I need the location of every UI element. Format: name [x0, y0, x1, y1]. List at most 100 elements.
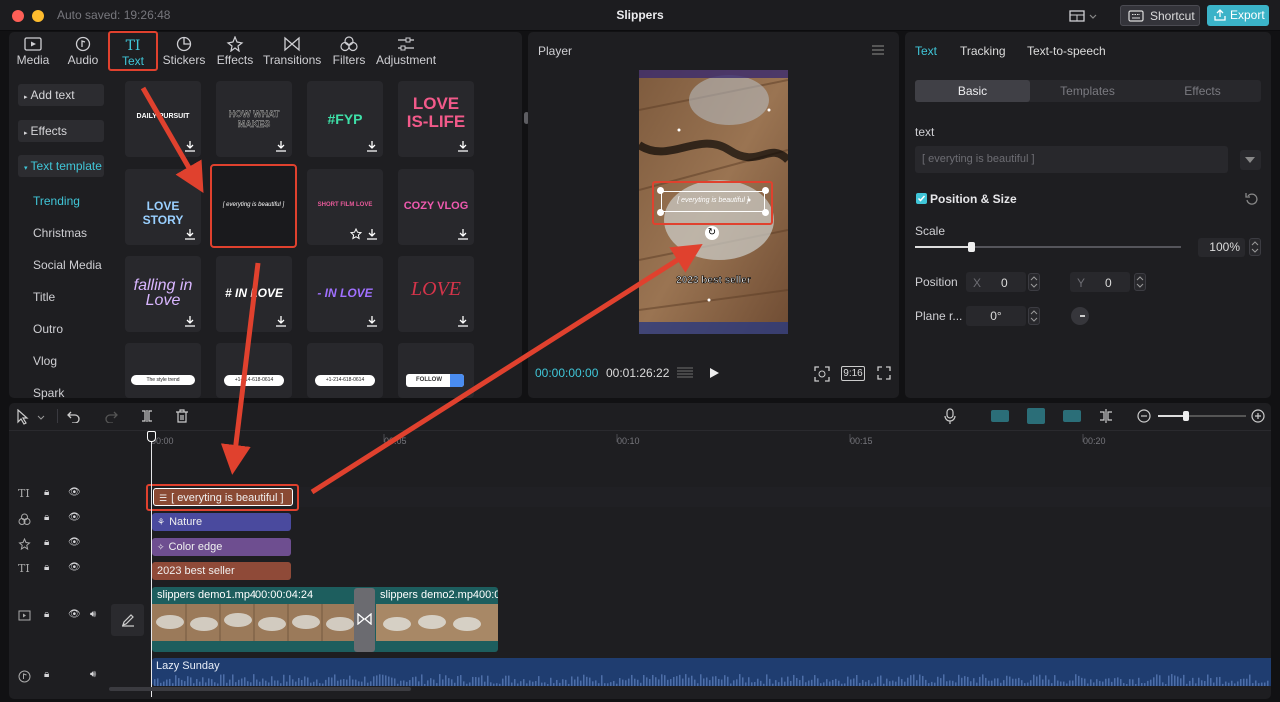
- caption-clip[interactable]: 2023 best seller: [152, 562, 291, 580]
- sidebar-item-vlog[interactable]: Vlog: [33, 354, 57, 368]
- microphone-icon[interactable]: [944, 408, 956, 424]
- audio-clip[interactable]: Lazy Sunday: [152, 658, 1271, 686]
- fullscreen-icon[interactable]: [877, 366, 891, 380]
- category-add-text[interactable]: ▸ Add text: [18, 84, 104, 106]
- rotate-input[interactable]: 0°: [966, 306, 1026, 326]
- fit-view-icon[interactable]: [814, 366, 830, 382]
- template-tile[interactable]: LOVE IS-LIFE: [398, 81, 474, 157]
- template-tile[interactable]: LOVE: [398, 256, 474, 332]
- tab-text[interactable]: TI Text: [108, 31, 158, 71]
- sidebar-item-title[interactable]: Title: [33, 290, 55, 304]
- position-x-input[interactable]: X 0: [966, 272, 1026, 292]
- lock-icon[interactable]: 🔒︎: [44, 487, 49, 498]
- template-tile[interactable]: #FYP: [307, 81, 383, 157]
- position-y-input[interactable]: Y 0: [1070, 272, 1130, 292]
- filter-clip[interactable]: ⚘ Nature: [152, 513, 291, 531]
- zoom-slider-knob[interactable]: [1183, 411, 1189, 421]
- waveform-toggle-icon[interactable]: [676, 366, 694, 380]
- transition-marker[interactable]: [354, 588, 375, 652]
- subtab-templates[interactable]: Templates: [1030, 80, 1145, 102]
- lock-icon[interactable]: 🔒︎: [44, 609, 49, 620]
- undo-icon[interactable]: [67, 409, 81, 423]
- volume-icon[interactable]: 🔊︎: [90, 669, 96, 680]
- position-y-stepper[interactable]: [1134, 273, 1146, 291]
- template-tile[interactable]: The style trend: [125, 343, 201, 398]
- eye-icon[interactable]: 👁︎: [68, 487, 81, 498]
- template-tile[interactable]: COZY VLOG: [398, 169, 474, 245]
- rotate-stepper[interactable]: [1028, 307, 1040, 325]
- reset-icon[interactable]: [1245, 192, 1258, 205]
- eye-icon[interactable]: 👁︎: [68, 537, 81, 548]
- tab-stickers[interactable]: Stickers: [162, 32, 206, 68]
- tab-adjustment[interactable]: Adjustment: [376, 32, 436, 68]
- playhead[interactable]: [151, 431, 152, 697]
- split-icon[interactable]: [140, 409, 154, 423]
- template-tile[interactable]: FOLLOW: [398, 343, 474, 398]
- tab-transitions[interactable]: Transitions: [263, 32, 321, 68]
- lock-icon[interactable]: 🔒︎: [44, 512, 49, 523]
- preview-axis-icon[interactable]: [1098, 408, 1114, 424]
- template-tile[interactable]: - IN LOVE: [307, 256, 383, 332]
- scale-stepper[interactable]: [1249, 238, 1261, 256]
- tab-filters[interactable]: Filters: [330, 32, 368, 68]
- template-tile[interactable]: falling in Love: [125, 256, 201, 332]
- sidebar-item-social-media[interactable]: Social Media: [33, 258, 102, 272]
- redo-icon[interactable]: [104, 409, 118, 423]
- eye-icon[interactable]: 👁︎: [68, 609, 81, 620]
- sidebar-item-trending[interactable]: Trending: [33, 194, 80, 208]
- menu-icon[interactable]: [871, 44, 885, 56]
- eye-icon[interactable]: 👁︎: [68, 562, 81, 573]
- text-style-dropdown[interactable]: [1240, 150, 1261, 170]
- effect-clip[interactable]: ✧ Color edge: [152, 538, 291, 556]
- volume-icon[interactable]: 🔊︎: [90, 609, 96, 620]
- video-clip-group[interactable]: slippers demo1.mp4 00:00:04:24 slippers …: [152, 587, 498, 652]
- tab-effects[interactable]: Effects: [214, 32, 256, 68]
- zoom-in-icon[interactable]: [1251, 409, 1265, 423]
- template-tile[interactable]: HOW WHAT MAKES: [216, 81, 292, 157]
- tab-audio[interactable]: Audio: [63, 32, 103, 68]
- export-button[interactable]: Export: [1207, 5, 1269, 26]
- lock-icon[interactable]: 🔒︎: [44, 537, 49, 548]
- rotate-handle-icon[interactable]: ↻: [705, 226, 719, 240]
- timeline-scrollbar[interactable]: [109, 687, 411, 691]
- template-tile[interactable]: # IN LOVE: [216, 256, 292, 332]
- aspect-ratio-button[interactable]: 9:16: [841, 366, 865, 381]
- sidebar-item-outro[interactable]: Outro: [33, 322, 63, 336]
- cover-edit-button[interactable]: [111, 604, 144, 636]
- sidebar-item-spark[interactable]: Spark: [33, 386, 64, 400]
- position-size-checkbox[interactable]: [916, 193, 927, 204]
- template-tile[interactable]: +1-214-618-0614: [307, 343, 383, 398]
- tab-tracking[interactable]: Tracking: [960, 44, 1006, 58]
- auto-snap-icon[interactable]: [1027, 408, 1045, 424]
- template-tile-selected[interactable]: [ everyting is beautiful ]: [210, 164, 297, 248]
- tab-media[interactable]: Media: [13, 32, 53, 68]
- template-tile[interactable]: SHORT FILM LOVE: [307, 169, 383, 245]
- category-text-template[interactable]: ▾ Text template: [18, 155, 104, 177]
- shortcut-button[interactable]: Shortcut: [1120, 5, 1200, 26]
- template-tile[interactable]: +1-214-618-0614: [216, 343, 292, 398]
- playhead-handle[interactable]: [147, 431, 156, 442]
- subtab-basic[interactable]: Basic: [915, 80, 1030, 102]
- sidebar-item-christmas[interactable]: Christmas: [33, 226, 87, 240]
- tab-text-properties[interactable]: Text: [915, 44, 937, 58]
- tab-text-to-speech[interactable]: Text-to-speech: [1027, 44, 1106, 58]
- zoom-slider[interactable]: [1158, 411, 1246, 421]
- template-tile[interactable]: DAILY PURSUIT: [125, 81, 201, 157]
- select-tool-icon[interactable]: [16, 409, 46, 425]
- zoom-out-icon[interactable]: [1137, 409, 1151, 423]
- video-preview[interactable]: [ everyting is beautiful ] ↻ 2023 best s…: [639, 70, 788, 334]
- lock-icon[interactable]: 🔒︎: [44, 562, 49, 573]
- position-x-stepper[interactable]: [1028, 273, 1040, 291]
- scale-value-input[interactable]: 100%: [1198, 238, 1245, 257]
- subtab-effects[interactable]: Effects: [1145, 80, 1260, 102]
- category-effects[interactable]: ▸ Effects: [18, 120, 104, 142]
- text-content-input[interactable]: [ everyting is beautiful ]: [915, 146, 1228, 173]
- main-track-magnet-icon[interactable]: [991, 410, 1009, 422]
- delete-icon[interactable]: [175, 409, 189, 423]
- rotate-dial[interactable]: [1071, 307, 1089, 325]
- scale-slider-knob[interactable]: [967, 242, 975, 252]
- eye-icon[interactable]: 👁︎: [68, 512, 81, 523]
- template-tile[interactable]: LOVE STORY: [125, 169, 201, 245]
- layout-button[interactable]: [1068, 7, 1098, 25]
- lock-icon[interactable]: 🔒︎: [44, 669, 49, 680]
